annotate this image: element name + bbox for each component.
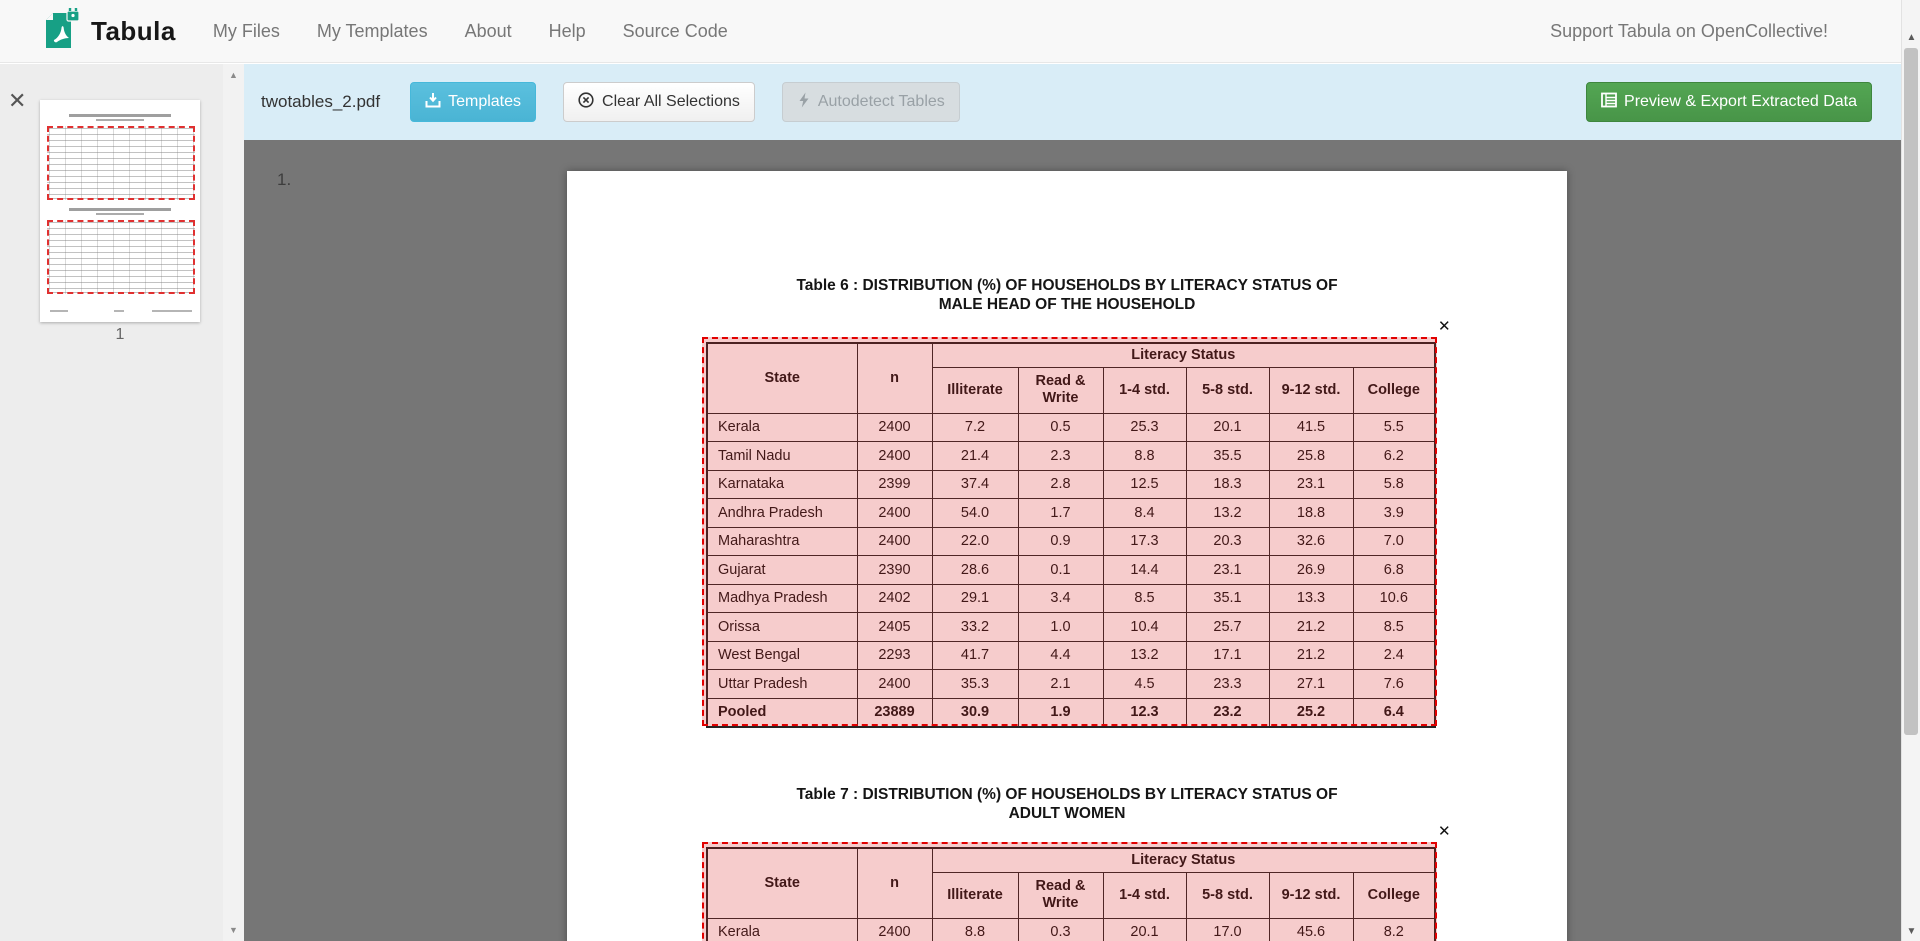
thumb-table6-title [40,114,200,121]
body-row: ✕ 1 ▲ ▼ [0,64,1920,941]
toolbar: twotables_2.pdf Templates [244,64,1920,140]
save-template-icon [425,92,448,113]
tabula-logo-icon [45,8,81,55]
nav-links: My Files My Templates About Help Source … [176,21,728,42]
window-scrollbar[interactable]: ▲ ▼ [1901,0,1920,941]
brand-name: Tabula [91,16,176,47]
page-thumbnail-sidebar: ✕ 1 ▲ ▼ [0,64,244,941]
pdf-filename: twotables_2.pdf [261,92,380,112]
clear-circle-x-icon [578,92,602,113]
brand[interactable]: Tabula [45,8,176,55]
selection6-close-icon[interactable]: ✕ [1438,319,1451,334]
clear-all-selections-button[interactable]: Clear All Selections [563,82,755,122]
tabula-app: Tabula My Files My Templates About Help … [0,0,1920,941]
page-thumbnail[interactable] [40,100,200,322]
navbar: Tabula My Files My Templates About Help … [0,0,1920,63]
pdf-canvas: 1. Table 6 : DISTRIBUTION (%) OF HOUSEHO… [244,140,1920,941]
scrollbar-thumb[interactable] [1904,48,1918,735]
scroll-up-icon[interactable]: ▲ [1902,32,1920,43]
nav-help[interactable]: Help [549,21,586,42]
nav-source-code[interactable]: Source Code [623,21,728,42]
autodetect-tables-button: Autodetect Tables [782,82,960,122]
selection7-close-icon[interactable]: ✕ [1438,824,1451,839]
thumb-selection-table7 [47,220,195,294]
page-marker: 1. [277,170,291,190]
selection-table7[interactable] [702,842,1437,941]
main-area: twotables_2.pdf Templates [244,64,1920,941]
preview-export-button[interactable]: Preview & Export Extracted Data [1586,82,1872,122]
thumb-selection-table6 [47,126,195,200]
nav-my-files[interactable]: My Files [213,21,280,42]
nav-about[interactable]: About [465,21,512,42]
table7-title-line2: ADULT WOMEN [567,805,1567,823]
sidebar-scroll-up-icon[interactable]: ▲ [223,70,244,80]
remove-page-icon[interactable]: ✕ [8,90,26,112]
thumbnail-page-number: 1 [40,326,200,344]
thumb-table7-title [40,208,200,215]
table-list-icon [1601,92,1624,113]
support-link[interactable]: Support Tabula on OpenCollective! [1550,21,1828,42]
table7-title-line1: Table 7 : DISTRIBUTION (%) OF HOUSEHOLDS… [567,786,1567,804]
nav-my-templates[interactable]: My Templates [317,21,428,42]
pdf-page[interactable]: Table 6 : DISTRIBUTION (%) OF HOUSEHOLDS… [567,171,1567,941]
lightning-bolt-icon [797,92,818,113]
sidebar-scrollbar[interactable]: ▲ ▼ [223,64,244,941]
sidebar-scroll-down-icon[interactable]: ▼ [223,925,244,935]
table6-title-line2: MALE HEAD OF THE HOUSEHOLD [567,296,1567,314]
table6-title-line1: Table 6 : DISTRIBUTION (%) OF HOUSEHOLDS… [567,277,1567,295]
selection-table6[interactable] [702,337,1437,726]
scroll-down-icon[interactable]: ▼ [1902,926,1920,937]
templates-button[interactable]: Templates [410,82,536,122]
